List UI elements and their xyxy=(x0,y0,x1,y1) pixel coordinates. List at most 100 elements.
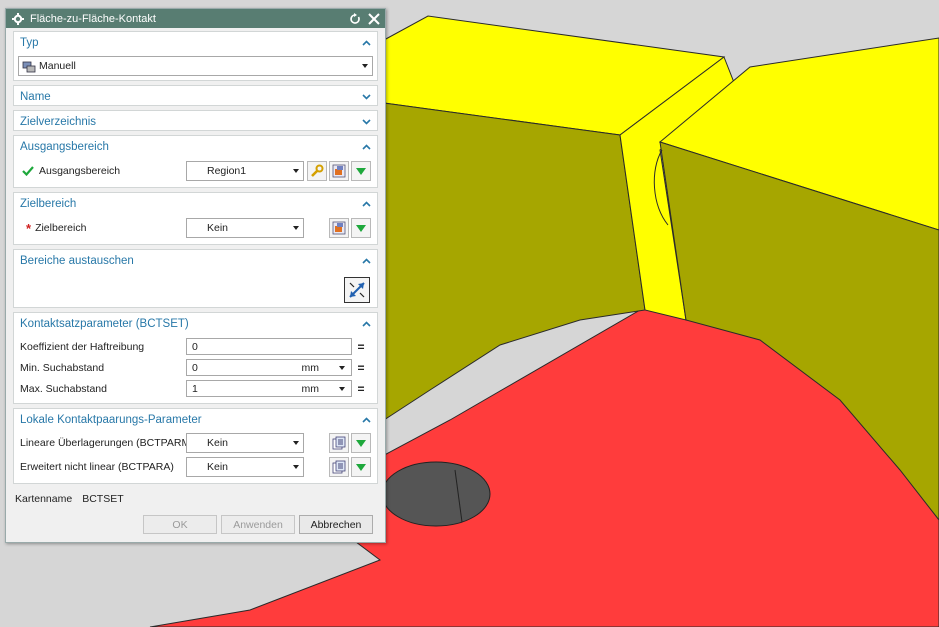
nonlinear-row: Erweitert nicht linear (BCTPARA) Kein xyxy=(14,455,377,479)
chevron-up-icon[interactable] xyxy=(358,412,374,428)
target-region-value: Kein xyxy=(207,222,229,234)
chevron-down-icon xyxy=(289,169,303,173)
contact-dialog: Fläche-zu-Fläche-Kontakt Typ Manuell Nam… xyxy=(5,8,386,543)
chevron-down-icon[interactable] xyxy=(358,89,374,105)
apply-button[interactable]: Anwenden xyxy=(221,515,295,534)
nonlinear-label: Erweitert nicht linear (BCTPARA) xyxy=(20,461,174,473)
chevron-up-icon[interactable] xyxy=(358,316,374,332)
section-lokale: Lokale Kontaktpaarungs-Parameter Lineare… xyxy=(13,408,378,484)
formula-icon[interactable]: = xyxy=(354,360,368,376)
swap-regions-icon[interactable] xyxy=(344,277,370,303)
section-bereiche-austauschen-header[interactable]: Bereiche austauschen xyxy=(14,250,377,271)
wrench-icon[interactable] xyxy=(307,161,327,181)
max-search-distance-value: 1 xyxy=(192,382,198,395)
chevron-up-icon[interactable] xyxy=(358,35,374,51)
select-region-icon[interactable] xyxy=(329,161,349,181)
target-region-dropdown[interactable]: Kein xyxy=(186,218,304,238)
max-search-distance-unit[interactable]: mm xyxy=(302,383,320,395)
source-region-row: Ausgangsbereich Region1 xyxy=(14,160,377,182)
source-region-dropdown[interactable]: Region1 xyxy=(186,161,304,181)
min-search-distance-unit[interactable]: mm xyxy=(302,362,320,374)
section-name-title: Name xyxy=(20,90,51,103)
target-region-row: * Zielbereich Kein xyxy=(14,217,377,239)
section-typ-header[interactable]: Typ xyxy=(14,32,377,53)
formula-icon[interactable]: = xyxy=(354,381,368,397)
linear-overlay-row: Lineare Überlagerungen (BCTPARM) Kein xyxy=(14,431,377,455)
expand-options-button[interactable] xyxy=(351,433,371,453)
cancel-button[interactable]: Abbrechen xyxy=(299,515,373,534)
nonlinear-value: Kein xyxy=(207,461,229,473)
chevron-up-icon[interactable] xyxy=(358,196,374,212)
section-ausgangsbereich: Ausgangsbereich Ausgangsbereich Region1 xyxy=(13,135,378,188)
chevron-up-icon[interactable] xyxy=(358,139,374,155)
dialog-title: Fläche-zu-Fläche-Kontakt xyxy=(30,12,156,25)
chevron-down-icon[interactable] xyxy=(339,386,345,391)
section-name-header[interactable]: Name xyxy=(14,86,377,107)
chevron-down-icon xyxy=(289,465,303,469)
close-icon[interactable] xyxy=(366,11,382,27)
ok-button[interactable]: OK xyxy=(143,515,217,534)
select-region-icon[interactable] xyxy=(329,218,349,238)
max-search-distance-label: Max. Suchabstand xyxy=(20,382,107,395)
section-ausgangsbereich-header[interactable]: Ausgangsbereich xyxy=(14,136,377,157)
expand-options-button[interactable] xyxy=(351,457,371,477)
section-zielverzeichnis: Zielverzeichnis xyxy=(13,110,378,131)
type-dropdown-value: Manuell xyxy=(39,60,76,72)
manual-contact-icon xyxy=(22,60,36,73)
formula-icon[interactable]: = xyxy=(354,339,368,355)
section-typ-title: Typ xyxy=(20,36,39,49)
plate-hole xyxy=(381,461,491,527)
linear-overlay-label: Lineare Überlagerungen (BCTPARM) xyxy=(20,437,194,449)
required-marker: * xyxy=(26,220,32,236)
section-zielbereich-title: Zielbereich xyxy=(20,197,77,210)
card-name-row: Kartenname BCTSET xyxy=(13,488,378,510)
friction-coefficient-value: 0 xyxy=(192,340,198,353)
section-zielbereich-header[interactable]: Zielbereich xyxy=(14,193,377,214)
type-dropdown[interactable]: Manuell xyxy=(18,56,373,76)
section-zielverzeichnis-header[interactable]: Zielverzeichnis xyxy=(14,111,377,132)
section-lokale-title: Lokale Kontaktpaarungs-Parameter xyxy=(20,413,202,426)
max-search-distance-input[interactable]: 1 mm xyxy=(186,380,352,397)
section-typ: Typ Manuell xyxy=(13,31,378,81)
expand-options-button[interactable] xyxy=(351,218,371,238)
chevron-down-icon xyxy=(289,441,303,445)
source-region-label: Ausgangsbereich xyxy=(39,165,121,177)
gear-icon[interactable] xyxy=(12,12,24,25)
section-bereiche-austauschen: Bereiche austauschen xyxy=(13,249,378,308)
section-zielbereich: Zielbereich * Zielbereich Kein xyxy=(13,192,378,245)
section-lokale-header[interactable]: Lokale Kontaktpaarungs-Parameter xyxy=(14,409,377,430)
section-bereiche-austauschen-title: Bereiche austauschen xyxy=(20,254,134,267)
max-search-distance-row: Max. Suchabstand 1 mm = xyxy=(14,378,377,399)
nonlinear-dropdown[interactable]: Kein xyxy=(186,457,304,477)
section-ausgangsbereich-title: Ausgangsbereich xyxy=(20,140,109,153)
friction-coefficient-label: Koeffizient der Haftreibung xyxy=(20,340,145,353)
linear-overlay-dropdown[interactable]: Kein xyxy=(186,433,304,453)
min-search-distance-input[interactable]: 0 mm xyxy=(186,359,352,376)
chevron-down-icon[interactable] xyxy=(358,114,374,130)
min-search-distance-value: 0 xyxy=(192,361,198,374)
card-name-label: Kartenname xyxy=(15,493,73,505)
section-kontaktsatz-title: Kontaktsatzparameter (BCTSET) xyxy=(20,317,189,330)
reset-icon[interactable] xyxy=(347,11,363,27)
section-kontaktsatz-header[interactable]: Kontaktsatzparameter (BCTSET) xyxy=(14,313,377,334)
source-region-value: Region1 xyxy=(207,165,247,177)
checkmark-icon xyxy=(22,166,34,176)
chevron-down-icon[interactable] xyxy=(339,365,345,370)
linear-overlay-value: Kein xyxy=(207,437,229,449)
chevron-down-icon xyxy=(289,226,303,230)
friction-coefficient-row: Koeffizient der Haftreibung 0 = xyxy=(14,336,377,357)
expand-options-button[interactable] xyxy=(351,161,371,181)
create-modeling-object-icon[interactable] xyxy=(329,457,349,477)
min-search-distance-label: Min. Suchabstand xyxy=(20,361,105,374)
chevron-down-icon xyxy=(358,64,372,68)
section-zielverzeichnis-title: Zielverzeichnis xyxy=(20,115,97,128)
section-name: Name xyxy=(13,85,378,106)
min-search-distance-row: Min. Suchabstand 0 mm = xyxy=(14,357,377,378)
create-modeling-object-icon[interactable] xyxy=(329,433,349,453)
friction-coefficient-input[interactable]: 0 xyxy=(186,338,352,355)
dialog-titlebar: Fläche-zu-Fläche-Kontakt xyxy=(6,9,385,28)
target-region-label: Zielbereich xyxy=(35,222,87,234)
chevron-up-icon[interactable] xyxy=(358,253,374,269)
section-kontaktsatz: Kontaktsatzparameter (BCTSET) Koeffizien… xyxy=(13,312,378,404)
card-name-value: BCTSET xyxy=(82,493,124,505)
